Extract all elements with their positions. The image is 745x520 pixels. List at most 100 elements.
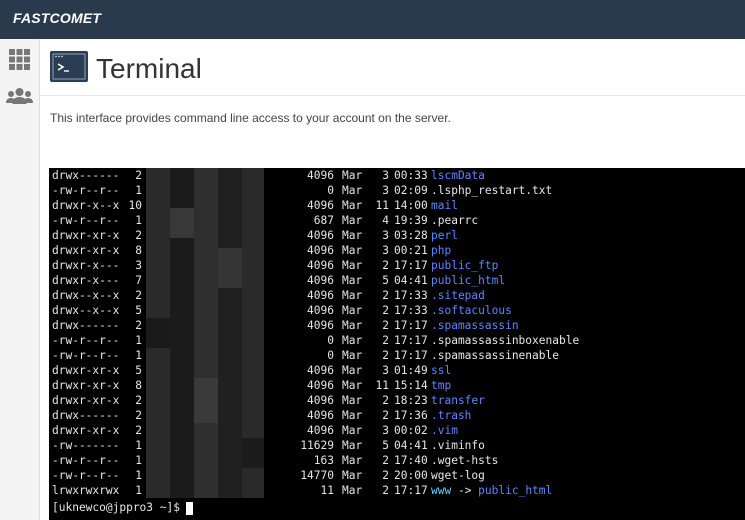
file-name: .spamassassinboxenable <box>431 333 731 348</box>
file-name: .trash <box>431 408 731 423</box>
time-text: 17:40 <box>394 454 428 467</box>
link-count-text: 2 <box>135 289 142 302</box>
page-header: Terminal <box>40 39 745 96</box>
file-size-text: 4096 <box>307 424 334 437</box>
day-text: 3 <box>382 229 389 242</box>
time-text: 17:33 <box>394 289 428 302</box>
time-text: 02:09 <box>394 184 428 197</box>
day-text: 2 <box>382 319 389 332</box>
time-text: 04:41 <box>394 439 428 452</box>
link-count-text: 5 <box>135 304 142 317</box>
month-text: Mar <box>342 214 363 227</box>
file-size-text: 4096 <box>307 394 334 407</box>
month-text: Mar <box>342 184 363 197</box>
users-icon[interactable] <box>6 85 33 108</box>
day-text: 5 <box>382 439 389 452</box>
file-name-text: php <box>431 244 452 257</box>
grid-icon[interactable] <box>8 48 31 71</box>
day-text: 2 <box>382 394 389 407</box>
link-count-text: 2 <box>135 319 142 332</box>
file-size-text: 11629 <box>300 439 334 452</box>
file-name-text: tmp <box>431 379 452 392</box>
prompt-text: [uknewco@jppro3 ~]$ <box>52 501 180 514</box>
link-count-text: 2 <box>135 229 142 242</box>
month-text: Mar <box>342 394 363 407</box>
link-count-text: 2 <box>135 394 142 407</box>
symlink-arrow: -> <box>451 484 479 497</box>
file-size-text: 4096 <box>307 379 334 392</box>
file-name-text: .trash <box>431 409 472 422</box>
month-text: Mar <box>342 454 363 467</box>
file-name: .viminfo <box>431 438 731 453</box>
link-count-text: 8 <box>135 244 142 257</box>
file-name: .spamassassinenable <box>431 348 731 363</box>
month-text: Mar <box>342 244 363 257</box>
day-text: 2 <box>382 349 389 362</box>
file-size-text: 11 <box>320 484 334 497</box>
file-name: wget-log <box>431 468 731 483</box>
day-text: 2 <box>382 304 389 317</box>
time-text: 19:39 <box>394 214 428 227</box>
file-name: mail <box>431 198 731 213</box>
file-size-text: 4096 <box>307 289 334 302</box>
link-count-text: 7 <box>135 274 142 287</box>
link-count-text: 1 <box>135 439 142 452</box>
link-count-text: 1 <box>135 484 142 497</box>
file-name-text: .softaculous <box>431 304 512 317</box>
file-name-text: .viminfo <box>431 439 485 452</box>
file-name-text: mail <box>431 199 458 212</box>
brand-logo[interactable]: FASTCOMET <box>13 10 101 26</box>
file-size-text: 4096 <box>307 274 334 287</box>
month-text: Mar <box>342 424 363 437</box>
month-text: Mar <box>342 304 363 317</box>
time-text: 17:17 <box>394 484 428 497</box>
month-text: Mar <box>342 229 363 242</box>
file-size-text: 0 <box>327 349 334 362</box>
file-size-text: 4096 <box>307 259 334 272</box>
file-name: php <box>431 243 731 258</box>
month-text: Mar <box>342 439 363 452</box>
file-size-text: 4096 <box>307 169 334 182</box>
link-count-text: 10 <box>128 199 142 212</box>
file-name-text: transfer <box>431 394 485 407</box>
day-text: 11 <box>375 199 389 212</box>
file-size-text: 4096 <box>307 319 334 332</box>
file-size-text: 4096 <box>307 364 334 377</box>
link-count-text: 8 <box>135 379 142 392</box>
link-count-text: 1 <box>135 349 142 362</box>
day-text: 3 <box>382 169 389 182</box>
month-text: Mar <box>342 364 363 377</box>
file-size-text: 163 <box>313 454 334 467</box>
terminal-window[interactable]: drwx------ 2 4096 Mar 3 00:33 lscmData -rw-r--r… <box>49 168 745 520</box>
page-description: This interface provides command line acc… <box>50 111 451 125</box>
file-size-text: 0 <box>327 334 334 347</box>
file-size-text: 4096 <box>307 409 334 422</box>
file-name: .wget-hsts <box>431 453 731 468</box>
file-name: perl <box>431 228 731 243</box>
shell-prompt[interactable]: [uknewco@jppro3 ~]$ <box>52 500 193 515</box>
file-name-text: .pearrc <box>431 214 479 227</box>
day-text: 3 <box>382 364 389 377</box>
file-name: .sitepad <box>431 288 731 303</box>
time-text: 18:23 <box>394 394 428 407</box>
time-text: 17:17 <box>394 319 428 332</box>
time-text: 17:17 <box>394 259 428 272</box>
month-text: Mar <box>342 319 363 332</box>
file-name: ssl <box>431 363 731 378</box>
file-name: .softaculous <box>431 303 731 318</box>
day-text: 2 <box>382 469 389 482</box>
day-text: 4 <box>382 214 389 227</box>
month-text: Mar <box>342 199 363 212</box>
month-text: Mar <box>342 484 363 497</box>
file-name-text: lscmData <box>431 169 485 182</box>
month-text: Mar <box>342 409 363 422</box>
file-name-text: .spamassassinenable <box>431 349 559 362</box>
file-size-text: 4096 <box>307 244 334 257</box>
file-size-text: 4096 <box>307 199 334 212</box>
file-name-text: .vim <box>431 424 458 437</box>
month-text: Mar <box>342 169 363 182</box>
month-text: Mar <box>342 259 363 272</box>
file-name-text: wget-log <box>431 469 485 482</box>
file-size-text: 0 <box>327 184 334 197</box>
month-text: Mar <box>342 469 363 482</box>
